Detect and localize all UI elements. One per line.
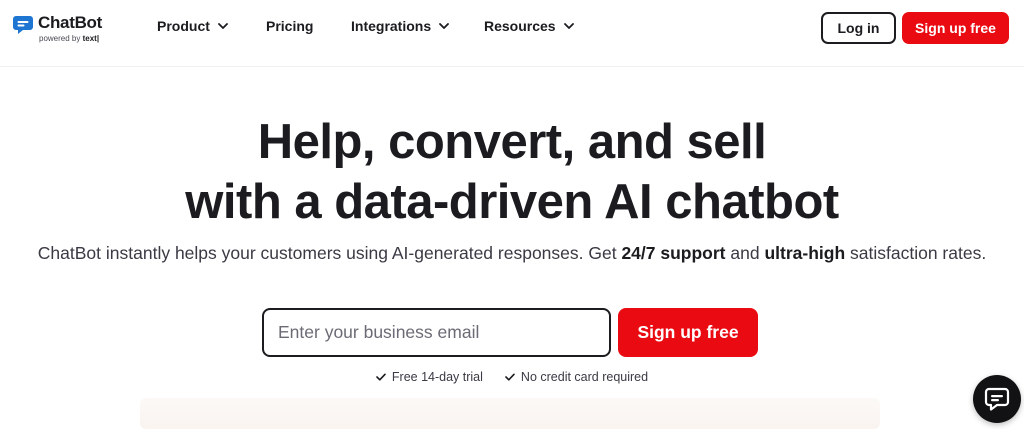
hero-title-line-2: with a data-driven AI chatbot xyxy=(185,175,839,229)
nav-item-product[interactable]: Product xyxy=(157,18,228,34)
perks-list: Free 14-day trial No credit card require… xyxy=(0,370,1024,384)
nav-item-label: Integrations xyxy=(351,18,432,34)
chatbot-logo[interactable]: ChatBot powered by text| xyxy=(12,12,112,44)
perk-label: No credit card required xyxy=(520,370,649,384)
nav-item-label: Resources xyxy=(484,18,556,34)
nav-item-integrations[interactable]: Integrations xyxy=(351,18,450,34)
hero-title-line-1: Help, convert, and sell xyxy=(257,115,767,169)
nav-item-resources[interactable]: Resources xyxy=(484,18,574,34)
chevron-down-icon xyxy=(563,23,574,29)
highlight-support: 24/7 support xyxy=(621,243,726,263)
business-email-input[interactable] xyxy=(262,308,611,357)
brand-name: ChatBot xyxy=(38,13,102,32)
brand-tagline: powered by text| xyxy=(39,34,100,43)
header-divider xyxy=(0,66,1024,67)
chat-widget-icon xyxy=(984,387,1010,411)
hero-image-preview xyxy=(140,398,880,429)
check-icon xyxy=(376,373,386,381)
chat-widget-button[interactable] xyxy=(973,375,1021,423)
chevron-down-icon xyxy=(217,23,228,29)
login-button[interactable]: Log in xyxy=(821,12,896,44)
nav-item-label: Product xyxy=(157,18,210,34)
perk-item: Free 14-day trial xyxy=(376,370,483,384)
highlight-satisfaction: ultra-high xyxy=(764,243,846,263)
chat-bubble-icon xyxy=(13,16,33,34)
site-header: ChatBot powered by text| Product Pricing… xyxy=(0,0,1024,56)
hero-title: Help, convert, and sell with a data-driv… xyxy=(0,112,1024,232)
perk-label: Free 14-day trial xyxy=(391,370,483,384)
check-icon xyxy=(505,373,515,381)
signup-button-hero[interactable]: Sign up free xyxy=(618,308,758,357)
hero-subtitle: ChatBot instantly helps your customers u… xyxy=(37,243,987,263)
nav-item-pricing[interactable]: Pricing xyxy=(266,18,313,34)
chevron-down-icon xyxy=(439,23,450,29)
signup-button-header[interactable]: Sign up free xyxy=(902,12,1009,44)
perk-item: No credit card required xyxy=(505,370,648,384)
nav-item-label: Pricing xyxy=(266,18,314,34)
